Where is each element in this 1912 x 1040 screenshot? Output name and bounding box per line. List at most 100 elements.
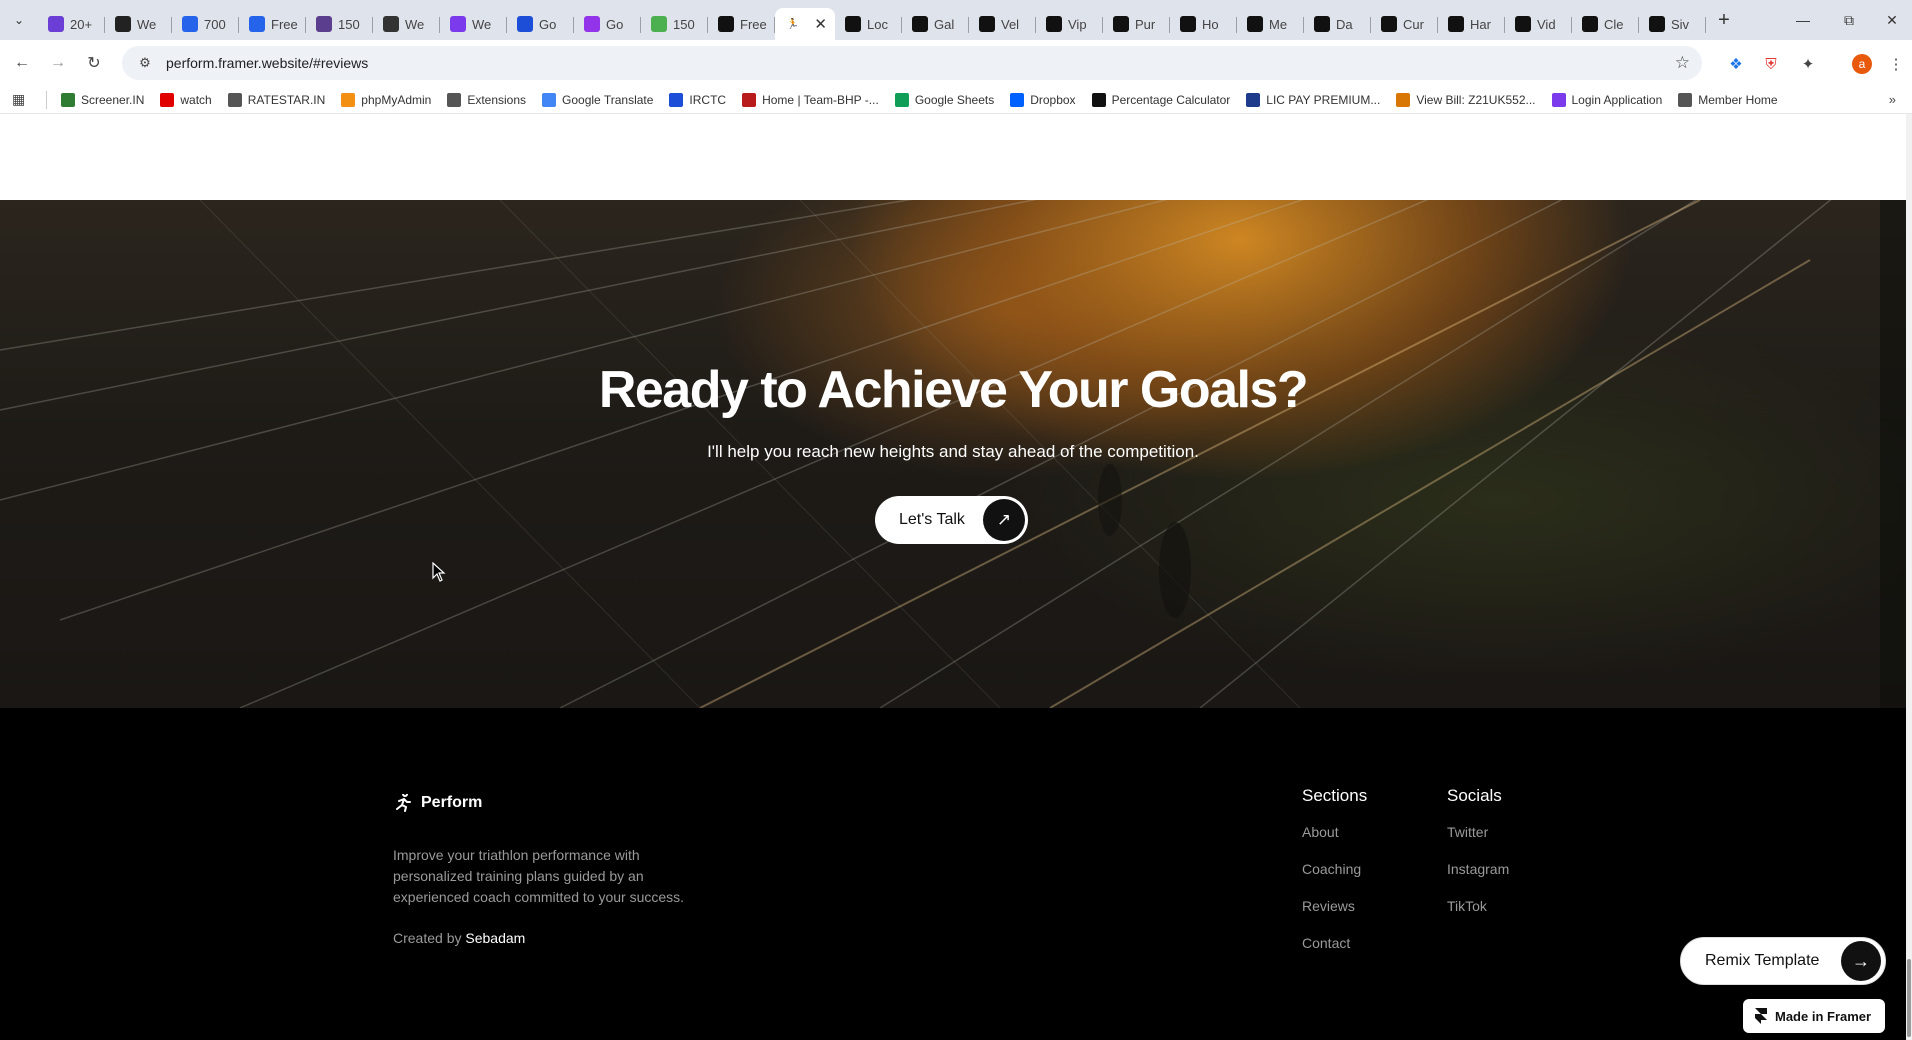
tab[interactable]: We — [373, 8, 440, 40]
framer-logo-icon — [1755, 1008, 1767, 1024]
tab-label: Pur — [1135, 16, 1156, 32]
footer-link-about[interactable]: About — [1302, 822, 1367, 859]
tab[interactable]: Pur — [1103, 8, 1170, 40]
remix-template-button[interactable]: Remix Template → — [1680, 937, 1886, 985]
avatar[interactable]: a — [1848, 50, 1876, 78]
more-bookmarks-icon[interactable]: » — [1889, 92, 1896, 107]
tab[interactable]: Gal — [902, 8, 969, 40]
new-tab-icon[interactable]: + — [1706, 0, 1742, 40]
minimize-icon[interactable]: — — [1780, 0, 1826, 40]
address-bar[interactable]: ⚙ perform.framer.website/#reviews ☆ — [122, 46, 1702, 80]
hero-title: Ready to Achieve Your Goals? — [598, 361, 1309, 419]
calendar-icon — [517, 16, 533, 32]
bookmark-item[interactable]: View Bill: Z21UK552... — [1396, 92, 1536, 107]
forward-icon[interactable]: → — [44, 49, 72, 77]
bookmark-label: phpMyAdmin — [361, 92, 432, 107]
brand-name: Perform — [421, 794, 483, 811]
site-footer: Perform Improve your triathlon performan… — [0, 708, 1906, 1040]
bar-chart-icon — [61, 92, 75, 107]
bookmark-item[interactable]: watch — [160, 92, 212, 107]
bookmark-item[interactable]: Extensions — [447, 92, 526, 107]
tab[interactable]: 150 — [306, 8, 373, 40]
tab-label: Loc — [867, 16, 888, 32]
bookmark-item[interactable]: IRCTC — [669, 92, 726, 107]
framer-icon — [1381, 16, 1397, 32]
back-icon[interactable]: ← — [8, 49, 36, 77]
scrollbar-thumb[interactable] — [1907, 959, 1911, 1037]
bookmark-item[interactable]: Percentage Calculator — [1091, 92, 1230, 107]
site-info-icon[interactable]: ⚙ — [130, 55, 160, 71]
made-in-framer-badge[interactable]: Made in Framer — [1743, 999, 1885, 1033]
tab[interactable]: Cur — [1371, 8, 1438, 40]
footer-link-reviews[interactable]: Reviews — [1302, 896, 1367, 933]
web-page: Ready to Achieve Your Goals? I'll help y… — [0, 114, 1906, 1040]
tab-label: We — [472, 16, 492, 32]
tab[interactable]: Cle — [1572, 8, 1639, 40]
translate-icon — [542, 92, 557, 107]
bookmark-item[interactable]: phpMyAdmin — [341, 92, 432, 107]
bookmark-item[interactable]: Member Home — [1678, 92, 1778, 107]
restore-icon[interactable]: ⧉ — [1826, 0, 1872, 40]
footer-link-contact[interactable]: Contact — [1302, 933, 1367, 970]
bookmark-label: Home | Team-BHP -... — [762, 92, 879, 107]
bookmark-item[interactable]: Screener.IN — [61, 92, 144, 107]
arrow-right-icon: → — [1841, 941, 1881, 981]
tab[interactable]: Siv — [1639, 8, 1706, 40]
tab[interactable]: Vip — [1036, 8, 1103, 40]
bookmark-item[interactable]: Dropbox — [1010, 92, 1076, 107]
tab[interactable]: Vid — [1505, 8, 1572, 40]
bookmark-item[interactable]: Google Translate — [542, 92, 653, 107]
tab[interactable]: We — [105, 8, 172, 40]
bookmark-item[interactable]: Login Application — [1551, 92, 1662, 107]
browser-menu-icon[interactable]: ⋮ — [1884, 50, 1908, 78]
mouse-cursor-icon — [432, 562, 446, 582]
author-link[interactable]: Sebadam — [465, 930, 525, 946]
lets-talk-button[interactable]: Let's Talk ↗ — [875, 496, 1028, 544]
tab[interactable]: Free — [239, 8, 306, 40]
bookmark-item[interactable]: LIC PAY PREMIUM... — [1246, 92, 1380, 107]
bookmark-item[interactable]: Home | Team-BHP -... — [742, 92, 879, 107]
tab[interactable]: 700 — [172, 8, 239, 40]
tab[interactable]: Go — [507, 8, 574, 40]
extensions-puzzle-icon[interactable]: ✦ — [1794, 50, 1822, 78]
footer-link-coaching[interactable]: Coaching — [1302, 859, 1367, 896]
reload-icon[interactable]: ↻ — [80, 49, 108, 77]
tab[interactable]: Free — [708, 8, 775, 40]
bookmark-label: View Bill: Z21UK552... — [1416, 92, 1536, 107]
tab[interactable]: Har — [1438, 8, 1505, 40]
bookmark-item[interactable]: RATESTAR.IN — [227, 92, 326, 107]
bookmark-star-icon[interactable]: ☆ — [1675, 53, 1690, 73]
tab[interactable]: 20+ — [38, 8, 105, 40]
close-tab-icon[interactable]: ✕ — [814, 15, 827, 33]
apps-grid-icon[interactable]: ▦ — [12, 91, 32, 108]
footer-brand[interactable]: Perform — [393, 794, 482, 812]
url-text[interactable]: perform.framer.website/#reviews — [166, 55, 368, 71]
page-scrollbar[interactable] — [1906, 114, 1912, 1040]
footer-link-tiktok[interactable]: TikTok — [1447, 896, 1509, 933]
avatar-initial: a — [1852, 54, 1872, 74]
bookmark-item[interactable]: Google Sheets — [894, 92, 994, 107]
tab-label: Cur — [1403, 16, 1424, 32]
percent-icon — [1091, 92, 1106, 107]
arrow-up-right-icon: ↗ — [983, 499, 1025, 541]
tab[interactable]: Me — [1237, 8, 1304, 40]
extension-icon[interactable]: ❖ — [1722, 50, 1750, 78]
tab[interactable]: Loc — [835, 8, 902, 40]
tab-active[interactable]: 🏃 ✕ — [775, 8, 835, 40]
tab[interactable]: Go — [574, 8, 641, 40]
close-window-icon[interactable]: ✕ — [1872, 0, 1912, 40]
puzzle-icon — [447, 92, 462, 107]
created-by: Created by Sebadam — [393, 930, 525, 946]
bookmark-label: RATESTAR.IN — [247, 92, 326, 107]
shield-extension-icon[interactable]: ⛨ — [1757, 50, 1785, 78]
tab[interactable]: 150 — [641, 8, 708, 40]
framer-icon — [979, 16, 995, 32]
footer-link-instagram[interactable]: Instagram — [1447, 859, 1509, 896]
footer-link-twitter[interactable]: Twitter — [1447, 822, 1509, 859]
tab[interactable]: We — [440, 8, 507, 40]
tab[interactable]: Vel — [969, 8, 1036, 40]
bookmark-label: watch — [180, 92, 212, 107]
tab[interactable]: Ho — [1170, 8, 1237, 40]
tab-search-chevron-icon[interactable]: ⌄ — [0, 0, 38, 40]
tab[interactable]: Da — [1304, 8, 1371, 40]
